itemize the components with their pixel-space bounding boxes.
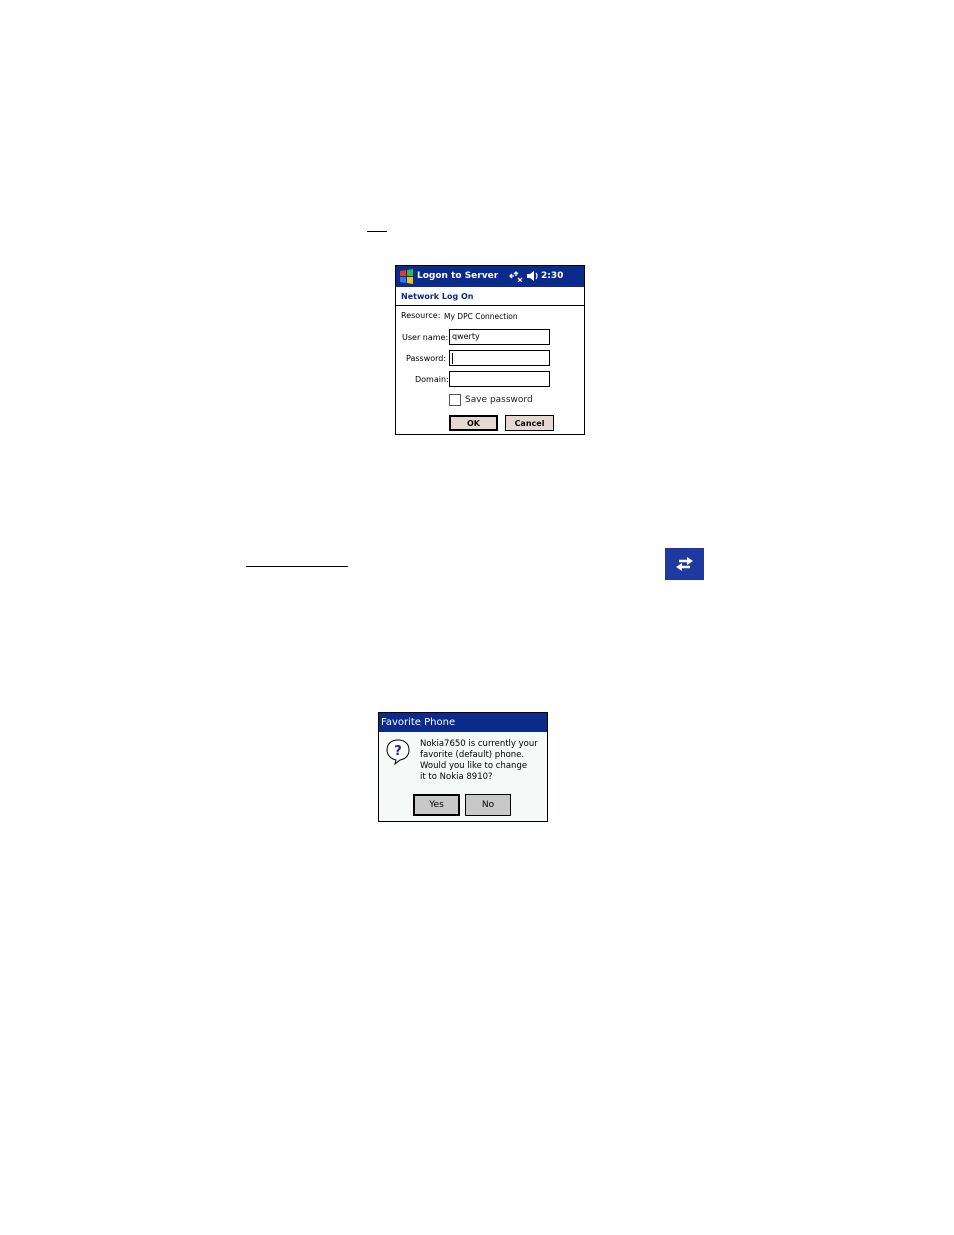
save-password-label[interactable]: Save password bbox=[465, 395, 533, 405]
sync-arrows-icon[interactable] bbox=[665, 548, 704, 580]
username-label: User name: bbox=[402, 333, 449, 342]
save-password-checkbox[interactable] bbox=[449, 394, 461, 406]
password-label: Password: bbox=[406, 354, 447, 363]
text-caret bbox=[452, 353, 453, 364]
username-field[interactable]: qwerty bbox=[449, 329, 550, 345]
resource-value: My DPC Connection bbox=[444, 312, 518, 321]
logon-titlebar: Logon to Server 2:30 bbox=[396, 266, 584, 287]
connectivity-icon[interactable] bbox=[509, 270, 523, 282]
windows-flag-icon[interactable] bbox=[397, 267, 416, 286]
question-icon: ? bbox=[386, 739, 410, 765]
underline-long bbox=[246, 566, 348, 567]
dialog-titlebar: Favorite Phone bbox=[379, 713, 547, 732]
yes-button[interactable]: Yes bbox=[413, 794, 460, 816]
dialog-message: Nokia7650 is currently your favorite (de… bbox=[420, 739, 546, 783]
message-line: Nokia7650 is currently your bbox=[420, 739, 538, 749]
no-button[interactable]: No bbox=[465, 794, 511, 816]
message-line: favorite (default) phone. bbox=[420, 750, 525, 760]
ok-button[interactable]: OK bbox=[449, 415, 498, 431]
username-value: qwerty bbox=[452, 332, 480, 341]
logon-window: Logon to Server 2:30 Network Log On Reso… bbox=[395, 265, 585, 435]
message-line: it to Nokia 8910? bbox=[420, 772, 493, 782]
clock[interactable]: 2:30 bbox=[541, 271, 563, 281]
volume-icon[interactable] bbox=[526, 270, 540, 282]
svg-text:?: ? bbox=[394, 744, 402, 759]
dialog-title: Favorite Phone bbox=[381, 717, 456, 728]
message-line: Would you like to change bbox=[420, 761, 528, 771]
underline-short bbox=[367, 231, 387, 232]
sync-arrows-glyph bbox=[676, 557, 693, 571]
favorite-phone-dialog: Favorite Phone ? Nokia7650 is currently … bbox=[378, 712, 548, 822]
header-label: Network Log On bbox=[401, 292, 474, 301]
resource-label: Resource: bbox=[401, 311, 441, 320]
cancel-button[interactable]: Cancel bbox=[505, 415, 554, 431]
window-title: Logon to Server bbox=[417, 271, 499, 281]
domain-label: Domain: bbox=[415, 375, 449, 384]
password-field[interactable] bbox=[449, 350, 550, 366]
network-logon-header: Network Log On bbox=[396, 287, 584, 306]
domain-field[interactable] bbox=[449, 371, 550, 387]
